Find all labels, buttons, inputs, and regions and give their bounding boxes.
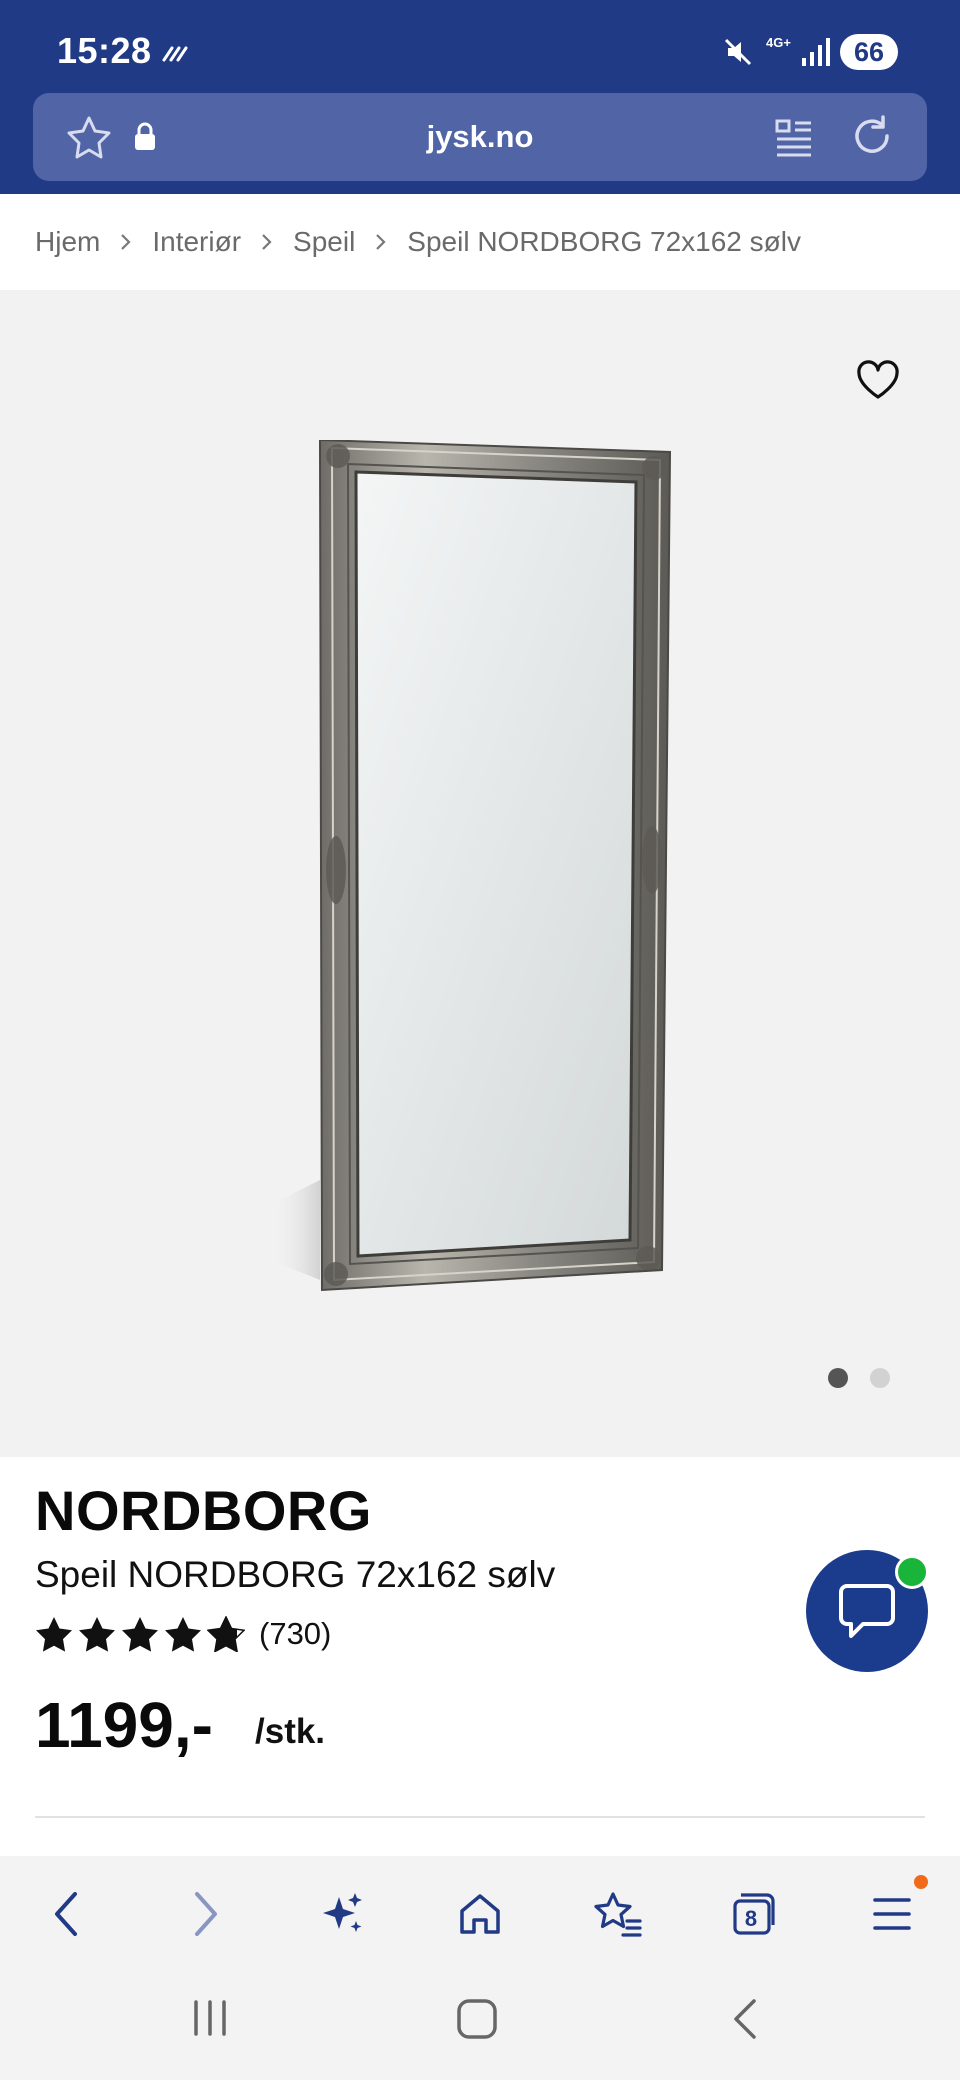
star-icon [36, 1617, 72, 1652]
reload-icon[interactable] [849, 113, 895, 164]
star-icon [79, 1617, 115, 1652]
breadcrumb: Hjem Interiør Speil Speil NORDBORG 72x16… [35, 222, 801, 262]
chevron-right-icon [375, 233, 387, 251]
status-time: 15:28 [57, 30, 152, 71]
chevron-right-icon [120, 233, 132, 251]
signal-icon [802, 38, 832, 71]
back-icon[interactable] [36, 1884, 96, 1944]
sync-icon [162, 44, 192, 67]
ai-sparkle-icon[interactable] [312, 1884, 372, 1944]
back-nav-icon[interactable] [730, 1998, 760, 2045]
divider [35, 1816, 925, 1818]
review-count[interactable]: (730) [259, 1616, 331, 1652]
breadcrumb-interior[interactable]: Interiør [152, 226, 241, 258]
battery-icon: 66 [840, 34, 898, 70]
gallery-pagination [828, 1368, 890, 1388]
forward-icon[interactable] [176, 1884, 236, 1944]
price-unit: /stk. [255, 1712, 326, 1751]
network-icon: 4G+ [766, 35, 791, 50]
home-icon[interactable] [450, 1884, 510, 1944]
product-image-mirror[interactable] [270, 438, 690, 1335]
chevron-right-icon [261, 233, 273, 251]
breadcrumb-current: Speil NORDBORG 72x162 sølv [407, 226, 801, 257]
system-navigation-bar [0, 1968, 960, 2080]
star-icon [122, 1617, 158, 1652]
product-rating[interactable]: (730) [35, 1616, 331, 1652]
chat-bubble-icon [839, 1584, 895, 1638]
product-brand: NORDBORG [35, 1479, 372, 1542]
product-price: 1199,- [35, 1689, 213, 1761]
browser-chrome: 15:28 4G+ 66 jysk.no [0, 0, 960, 194]
star-icon [165, 1617, 201, 1652]
heart-icon[interactable] [856, 360, 900, 405]
breadcrumb-speil[interactable]: Speil [293, 226, 355, 258]
tabs-icon[interactable]: 8 [724, 1884, 784, 1944]
reader-mode-icon[interactable] [775, 117, 813, 162]
gallery-dot-2[interactable] [870, 1368, 890, 1388]
tabs-count: 8 [744, 1906, 758, 1931]
mute-icon [722, 36, 754, 73]
breadcrumb-hjem[interactable]: Hjem [35, 226, 100, 258]
product-gallery[interactable] [0, 290, 960, 1457]
menu-notification-badge [914, 1875, 928, 1889]
star-partial-icon [207, 1616, 245, 1652]
browser-toolbar: 8 [0, 1856, 960, 1968]
recent-apps-icon[interactable] [190, 1998, 230, 2043]
address-bar[interactable]: jysk.no [33, 93, 927, 181]
rating-stars [35, 1616, 245, 1652]
home-nav-icon[interactable] [456, 1998, 498, 2045]
status-bar: 15:28 4G+ 66 [0, 0, 960, 92]
gallery-dot-1[interactable] [828, 1368, 848, 1388]
online-status-indicator [895, 1555, 929, 1589]
menu-icon[interactable] [862, 1884, 922, 1944]
product-name: Speil NORDBORG 72x162 sølv [35, 1554, 556, 1595]
bookmarks-icon[interactable] [588, 1884, 648, 1944]
